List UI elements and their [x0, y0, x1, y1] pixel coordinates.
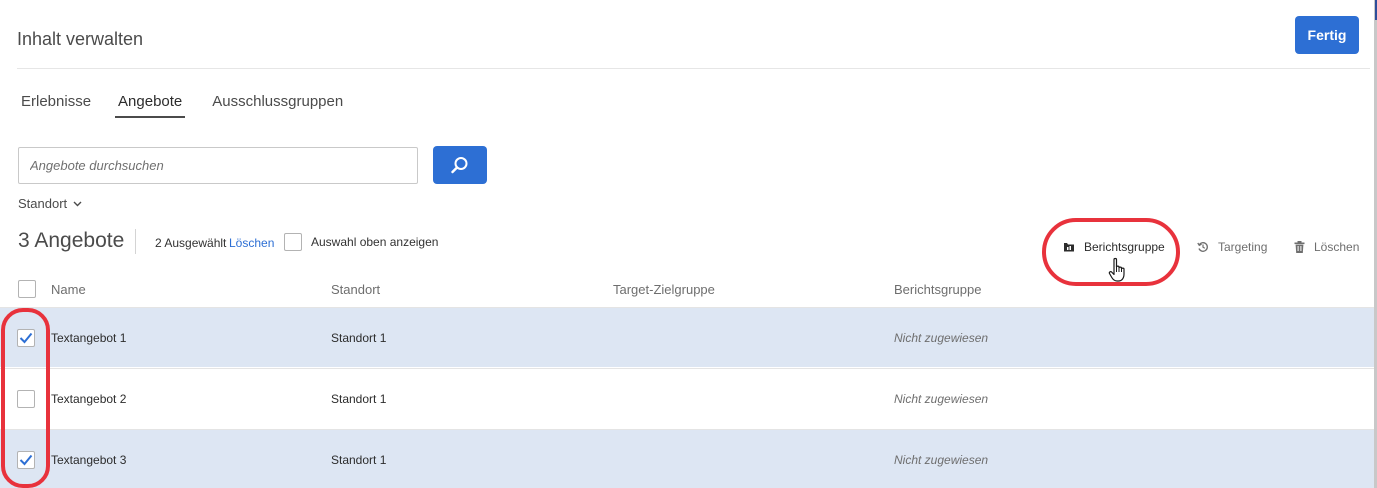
row-name: Textangebot 2: [51, 392, 127, 406]
row-location: Standort 1: [331, 453, 387, 467]
tab-experiences[interactable]: Erlebnisse: [21, 92, 91, 118]
header: Inhalt verwalten Fertig: [0, 0, 1377, 70]
targeting-label: Targeting: [1218, 240, 1268, 254]
targeting-icon: [1197, 242, 1208, 252]
delete-selection-link[interactable]: Löschen: [229, 236, 274, 250]
column-header-location[interactable]: Standort: [331, 282, 380, 297]
header-divider: [17, 68, 1370, 69]
row-report-group: Nicht zugewiesen: [894, 392, 989, 406]
done-button[interactable]: Fertig: [1295, 16, 1359, 54]
select-all-checkbox[interactable]: [18, 280, 36, 298]
tab-exclusion-groups[interactable]: Ausschlussgruppen: [212, 92, 343, 118]
table-row[interactable]: Textangebot 1 Standort 1 Nicht zugewiese…: [0, 307, 1374, 367]
chevron-down-icon: [73, 201, 82, 206]
row-location: Standort 1: [331, 392, 387, 406]
page-title: Inhalt verwalten: [17, 29, 144, 49]
row-report-group: Nicht zugewiesen: [894, 453, 989, 467]
table-row[interactable]: Textangebot 2 Standort 1 Nicht zugewiese…: [0, 368, 1374, 428]
row-name: Textangebot 3: [51, 453, 127, 467]
tab-offers[interactable]: Angebote: [115, 92, 186, 118]
hand-pointer-icon: [1108, 257, 1125, 282]
location-filter[interactable]: Standort: [18, 196, 82, 211]
column-header-report-group[interactable]: Berichtsgruppe: [894, 282, 981, 297]
column-header-name[interactable]: Name: [51, 282, 86, 297]
tab-bar: Erlebnisse Angebote Ausschlussgruppen: [21, 92, 370, 118]
annotation-highlight-checkboxes: [1, 308, 50, 488]
offer-count: 3 Angebote: [18, 229, 125, 252]
delete-button[interactable]: Löschen: [1294, 240, 1359, 254]
count-divider: [135, 229, 136, 254]
row-report-group: Nicht zugewiesen: [894, 331, 989, 345]
delete-label: Löschen: [1314, 240, 1360, 254]
targeting-button[interactable]: Targeting: [1197, 240, 1267, 254]
row-name: Textangebot 1: [51, 331, 127, 345]
search-icon: [451, 157, 468, 174]
show-selection-on-top-checkbox[interactable]: [284, 233, 302, 251]
column-header-audience[interactable]: Target-Zielgruppe: [613, 282, 715, 297]
show-selection-on-top-label: Auswahl oben anzeigen: [311, 235, 439, 249]
search-input[interactable]: [18, 147, 418, 184]
search-button[interactable]: [433, 146, 487, 184]
table-header: Name Standort Target-Zielgruppe Berichts…: [0, 276, 1374, 306]
trash-icon: [1294, 241, 1305, 253]
location-filter-label: Standort: [18, 196, 68, 211]
table-row[interactable]: Textangebot 3 Standort 1 Nicht zugewiese…: [0, 429, 1374, 488]
row-location: Standort 1: [331, 331, 387, 345]
selected-count: 2 Ausgewählt: [155, 236, 227, 250]
